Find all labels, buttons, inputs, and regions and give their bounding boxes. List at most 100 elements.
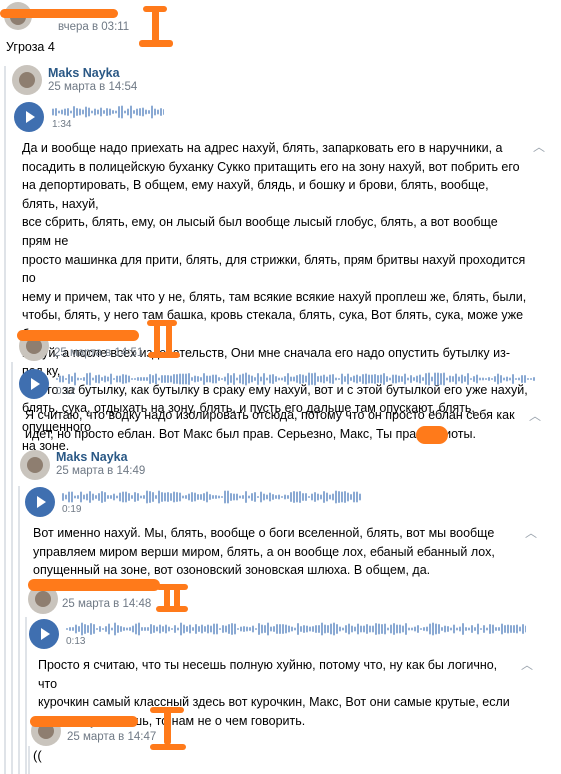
- thread-line: [18, 486, 20, 774]
- waveform-bar: [399, 624, 401, 634]
- audio-waveform[interactable]: [56, 372, 536, 386]
- waveform-bar: [113, 493, 115, 501]
- message-time[interactable]: 25 марта в 14:51: [54, 347, 143, 359]
- waveform-bar: [203, 493, 205, 501]
- waveform-bar: [390, 624, 392, 634]
- waveform-bar: [77, 495, 79, 499]
- play-button[interactable]: [25, 487, 55, 517]
- waveform-bar: [162, 626, 164, 632]
- message-time[interactable]: 25 марта в 14:49: [56, 465, 145, 477]
- waveform-bar: [78, 626, 80, 632]
- waveform-bar: [230, 375, 232, 383]
- avatar[interactable]: [12, 65, 42, 95]
- waveform-bar: [305, 375, 307, 383]
- play-button[interactable]: [19, 369, 49, 399]
- waveform-bar: [254, 377, 256, 381]
- play-button[interactable]: [29, 619, 59, 649]
- waveform-bar: [323, 374, 325, 384]
- waveform-bar: [512, 374, 514, 384]
- waveform-bar: [152, 492, 154, 502]
- chevron-up-icon[interactable]: ︿: [525, 527, 537, 539]
- waveform-bar: [272, 374, 274, 384]
- waveform-bar: [107, 495, 109, 499]
- chevron-up-icon[interactable]: ︿: [521, 659, 533, 671]
- waveform-bar: [176, 374, 178, 384]
- audio-waveform[interactable]: [62, 490, 362, 504]
- waveform-bar: [104, 375, 106, 383]
- waveform-bar: [501, 623, 503, 635]
- waveform-bar: [363, 625, 365, 633]
- chevron-up-icon[interactable]: ︿: [533, 141, 545, 153]
- waveform-bar: [288, 625, 290, 633]
- waveform-bar: [522, 624, 524, 634]
- waveform-bar: [245, 372, 247, 386]
- waveform-bar: [228, 624, 230, 634]
- redaction-scribble: [17, 330, 139, 341]
- post-time[interactable]: вчера в 03:11: [58, 21, 129, 33]
- waveform-bar: [104, 492, 106, 502]
- waveform-bar: [158, 490, 160, 504]
- author-name[interactable]: Maks Nayka: [48, 66, 120, 80]
- waveform-bar: [431, 376, 433, 382]
- waveform-bar: [231, 623, 233, 635]
- audio-waveform[interactable]: [66, 622, 526, 636]
- waveform-bar: [240, 626, 242, 632]
- waveform-bar: [482, 377, 484, 381]
- waveform-bar: [518, 377, 520, 381]
- waveform-bar: [155, 373, 157, 385]
- waveform-bar: [215, 374, 217, 384]
- waveform-bar: [124, 110, 126, 114]
- waveform-bar: [210, 625, 212, 633]
- message-time[interactable]: 25 марта в 14:47: [67, 731, 156, 743]
- waveform-bar: [73, 106, 75, 118]
- waveform-bar: [432, 622, 434, 636]
- waveform-bar: [369, 625, 371, 633]
- waveform-bar: [273, 626, 275, 632]
- avatar[interactable]: [20, 450, 50, 480]
- waveform-bar: [131, 378, 133, 380]
- waveform-bar: [97, 109, 99, 115]
- audio-duration: 1:34: [52, 119, 72, 130]
- waveform-bar: [127, 108, 129, 116]
- waveform-bar: [128, 493, 130, 501]
- waveform-bar: [341, 491, 343, 503]
- waveform-bar: [242, 495, 244, 499]
- waveform-bar: [356, 374, 358, 384]
- waveform-bar: [306, 625, 308, 633]
- audio-waveform[interactable]: [52, 105, 164, 119]
- waveform-bar: [143, 495, 145, 499]
- waveform-bar: [491, 378, 493, 380]
- waveform-bar: [168, 626, 170, 632]
- waveform-bar: [67, 108, 69, 116]
- message-time[interactable]: 25 марта в 14:48: [62, 598, 151, 610]
- waveform-bar: [354, 626, 356, 632]
- waveform-bar: [123, 627, 125, 631]
- waveform-bar: [384, 623, 386, 635]
- waveform-bar: [83, 377, 85, 381]
- message-time[interactable]: 25 марта в 14:54: [48, 81, 137, 93]
- waveform-bar: [410, 375, 412, 383]
- redaction-scribble: [150, 744, 186, 750]
- waveform-bar: [245, 491, 247, 503]
- waveform-bar: [279, 624, 281, 634]
- waveform-bar: [218, 377, 220, 381]
- waveform-bar: [134, 492, 136, 502]
- redaction-scribble: [164, 709, 171, 745]
- author-name[interactable]: Maks Nayka: [56, 450, 128, 464]
- play-icon: [37, 496, 46, 508]
- waveform-bar: [119, 492, 121, 502]
- play-button[interactable]: [14, 102, 44, 132]
- waveform-bar: [269, 374, 271, 384]
- waveform-bar: [237, 628, 239, 630]
- redaction-scribble: [152, 8, 159, 44]
- chevron-up-icon[interactable]: ︿: [529, 410, 541, 422]
- waveform-bar: [189, 624, 191, 634]
- waveform-bar: [452, 376, 454, 382]
- waveform-bar: [117, 625, 119, 633]
- waveform-bar: [209, 375, 211, 383]
- waveform-bar: [335, 377, 337, 381]
- waveform-bar: [212, 374, 214, 384]
- waveform-bar: [94, 108, 96, 116]
- waveform-bar: [521, 375, 523, 383]
- waveform-bar: [194, 492, 196, 502]
